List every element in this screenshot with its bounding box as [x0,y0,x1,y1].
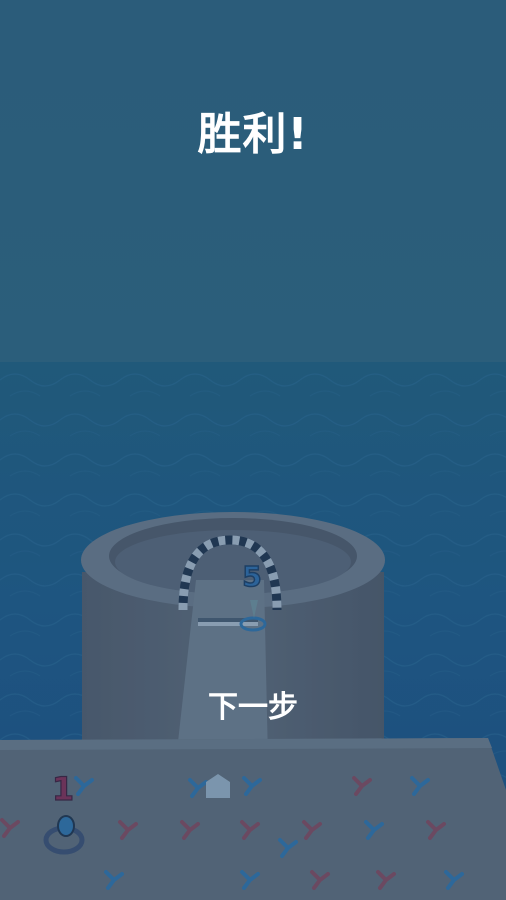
gate-number: 5 [242,560,261,593]
level-number: 1 [52,770,74,808]
victory-title: 胜利! [197,109,309,160]
next-button[interactable]: 下一步 [178,682,328,734]
